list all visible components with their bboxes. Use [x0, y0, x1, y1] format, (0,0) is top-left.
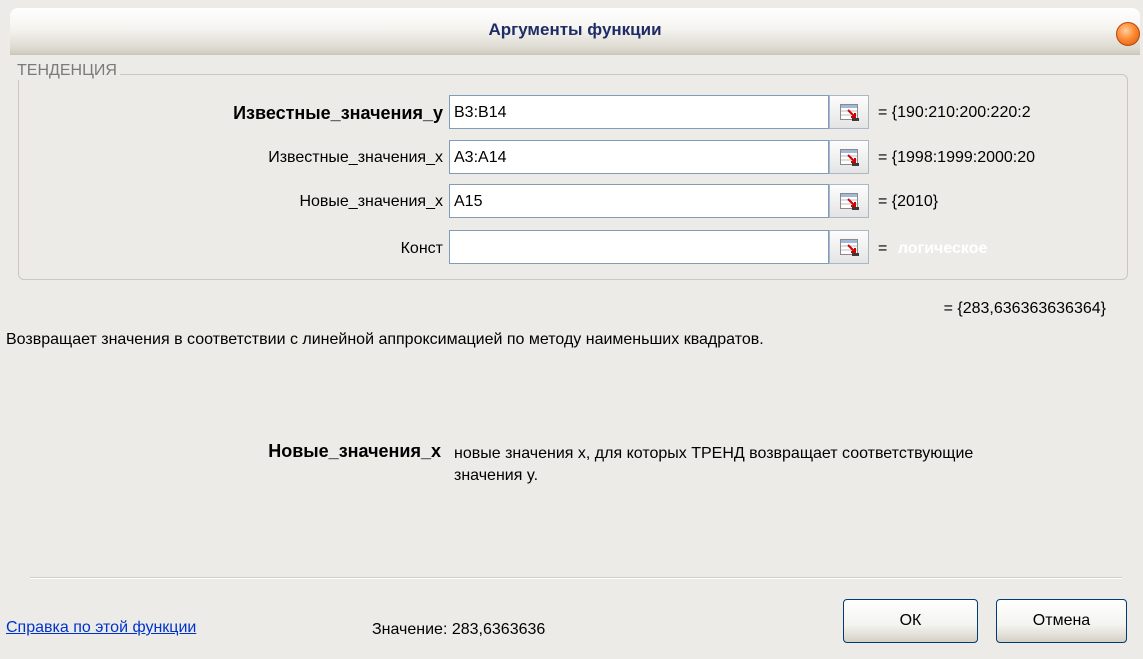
- const-equals: =: [878, 240, 888, 257]
- const-collapse-button[interactable]: [829, 230, 869, 264]
- const-type-hint: логическое: [897, 240, 988, 257]
- close-button[interactable]: [1116, 22, 1140, 46]
- value-label: Значение:: [372, 621, 448, 638]
- current-arg-name: Новые_значения_x: [268, 441, 441, 461]
- range-select-icon: [840, 149, 859, 166]
- const-input[interactable]: [449, 230, 829, 264]
- range-select-icon: [840, 239, 859, 256]
- current-arg-help: новые значения x, для которых ТРЕНД возв…: [454, 445, 974, 484]
- function-arguments-dialog: Аргументы функции ТЕНДЕНЦИЯ Известные_зн…: [0, 0, 1143, 659]
- function-description: Возвращает значения в соответствии с лин…: [6, 331, 764, 348]
- cancel-button[interactable]: Отмена: [996, 599, 1127, 643]
- footer-divider: [30, 577, 1122, 579]
- known-x-input[interactable]: A3:A14: [449, 140, 829, 174]
- new-x-collapse-button[interactable]: [829, 184, 869, 218]
- dialog-title: Аргументы функции: [488, 20, 662, 39]
- arg-label-new-x: Новые_значения_x: [299, 193, 443, 210]
- ok-button[interactable]: ОК: [843, 599, 978, 643]
- arg-label-const: Конст: [400, 240, 443, 257]
- value-display: Значение: 283,6363636: [372, 621, 545, 639]
- known-x-value: = {1998:1999:2000:20: [878, 149, 1036, 166]
- new-x-input[interactable]: A15: [449, 184, 829, 218]
- known-y-value: = {190:210:200:220:2: [878, 104, 1031, 121]
- help-link[interactable]: Справка по этой функции: [6, 619, 196, 637]
- arg-label-known-x: Известные_значения_x: [268, 149, 443, 166]
- arg-label-known-y: Известные_значения_y: [233, 103, 443, 123]
- known-y-input[interactable]: B3:B14: [449, 95, 829, 129]
- title-bar[interactable]: Аргументы функции: [10, 8, 1140, 55]
- value-number: 283,6363636: [451, 621, 546, 638]
- known-x-collapse-button[interactable]: [829, 140, 869, 174]
- const-value-row: = логическое: [878, 240, 1100, 258]
- function-name-legend: ТЕНДЕНЦИЯ: [14, 62, 120, 80]
- known-y-collapse-button[interactable]: [829, 95, 869, 129]
- range-select-icon: [840, 104, 859, 121]
- new-x-value: = {2010}: [878, 193, 939, 210]
- formula-result: = {283,636363636364}: [943, 300, 1106, 317]
- range-select-icon: [840, 193, 859, 210]
